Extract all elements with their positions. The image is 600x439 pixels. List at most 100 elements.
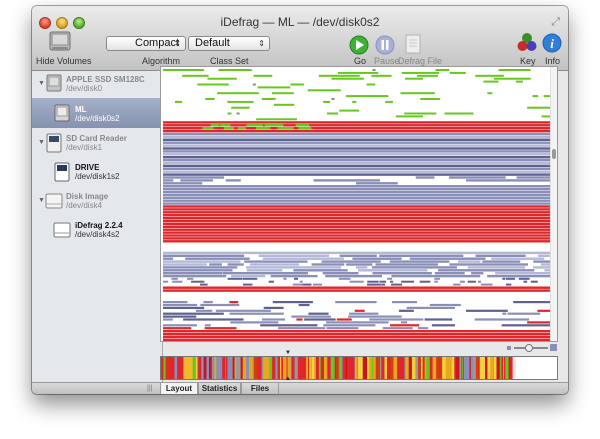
key-button[interactable] bbox=[517, 32, 537, 54]
disk-layout-map[interactable] bbox=[160, 66, 558, 342]
block-run bbox=[419, 280, 431, 283]
block-run bbox=[277, 127, 294, 130]
block-run bbox=[313, 283, 322, 286]
block-run bbox=[487, 92, 493, 95]
block-run bbox=[325, 274, 383, 278]
block-run bbox=[406, 306, 455, 309]
tab-statistics[interactable]: Statistics bbox=[198, 383, 241, 394]
tab-layout[interactable]: Layout bbox=[160, 383, 198, 394]
block-run bbox=[163, 234, 553, 237]
scroll-thumb[interactable] bbox=[552, 149, 556, 159]
block-run bbox=[434, 277, 440, 280]
block-run bbox=[385, 100, 393, 103]
block-run bbox=[225, 179, 241, 182]
vertical-scrollbar[interactable] bbox=[550, 67, 557, 341]
overview-segment bbox=[346, 357, 351, 379]
fullscreen-icon[interactable]: ⤢ bbox=[551, 16, 560, 29]
sidebar-resize-handle[interactable]: ||| bbox=[147, 385, 152, 392]
block-run bbox=[527, 106, 551, 109]
block-run bbox=[395, 115, 423, 118]
block-run bbox=[163, 150, 553, 153]
block-run bbox=[246, 269, 283, 272]
overview-segment bbox=[373, 357, 376, 379]
volume-ml[interactable]: ML /dev/disk0s2 bbox=[32, 98, 162, 128]
go-button[interactable] bbox=[349, 35, 369, 55]
volume-idefrag[interactable]: iDefrag 2.2.4 /dev/disk4s2 bbox=[32, 216, 162, 246]
popup-arrows-icon: ⇕ bbox=[258, 39, 265, 48]
block-run bbox=[273, 103, 295, 106]
class-set-popup[interactable]: Default ⇕ bbox=[188, 36, 270, 51]
block-map-canvas[interactable] bbox=[161, 67, 557, 342]
disclosure-triangle-icon[interactable]: ▼ bbox=[38, 80, 45, 87]
overview-segment bbox=[161, 357, 164, 379]
overview-segment bbox=[332, 357, 336, 379]
hide-volumes-button[interactable] bbox=[46, 30, 74, 54]
block-run bbox=[163, 327, 192, 330]
block-run bbox=[163, 324, 197, 327]
volume-name: ML bbox=[75, 105, 87, 114]
zoom-thumb[interactable] bbox=[525, 344, 533, 352]
tab-files[interactable]: Files bbox=[241, 383, 279, 394]
zoom-slider[interactable] bbox=[507, 343, 557, 353]
device-name: Disk Image bbox=[66, 192, 109, 201]
block-run bbox=[195, 309, 213, 312]
defrag-file-button[interactable] bbox=[404, 33, 422, 55]
hide-volumes-label: Hide Volumes bbox=[36, 56, 92, 66]
popup-arrows-icon: ⇕ bbox=[174, 39, 181, 48]
block-run bbox=[400, 92, 435, 95]
go-label: Go bbox=[354, 56, 367, 66]
disk-overview-strip[interactable] bbox=[160, 356, 558, 380]
block-run bbox=[483, 80, 499, 83]
block-run bbox=[202, 127, 214, 130]
block-run bbox=[236, 112, 240, 115]
overview-segment bbox=[340, 357, 343, 379]
block-run bbox=[215, 309, 271, 312]
pause-icon bbox=[375, 35, 395, 55]
overview-segment bbox=[163, 357, 166, 379]
overview-segment bbox=[377, 357, 381, 379]
overview-strip-canvas[interactable] bbox=[161, 357, 557, 379]
block-run bbox=[163, 254, 245, 257]
block-run bbox=[277, 327, 326, 330]
volume-drive[interactable]: DRIVE /dev/disk1s2 bbox=[32, 158, 162, 188]
block-run bbox=[200, 303, 240, 307]
overview-segment bbox=[206, 357, 210, 379]
overview-segment bbox=[249, 357, 253, 379]
pause-button[interactable] bbox=[375, 35, 395, 55]
block-run bbox=[237, 127, 246, 130]
class-set-label: Class Set bbox=[210, 56, 249, 66]
block-run bbox=[379, 254, 464, 257]
block-run bbox=[229, 301, 239, 304]
device-sd-card-reader[interactable]: ▼ SD Card Reader /dev/disk1 bbox=[32, 130, 162, 158]
overview-segment bbox=[219, 357, 222, 379]
block-run bbox=[163, 243, 553, 246]
block-run bbox=[532, 95, 539, 98]
block-run bbox=[219, 124, 231, 127]
block-run bbox=[231, 274, 266, 278]
block-run bbox=[246, 124, 264, 127]
overview-segment bbox=[456, 357, 459, 379]
block-run bbox=[245, 266, 342, 269]
block-run bbox=[323, 324, 376, 327]
block-run bbox=[448, 176, 506, 179]
device-disk-image[interactable]: ▼ Disk Image /dev/disk4 bbox=[32, 188, 162, 216]
block-run bbox=[256, 118, 297, 121]
algorithm-popup[interactable]: Compact ⇕ bbox=[106, 36, 186, 51]
device-apple-ssd[interactable]: ▼ APPLE SSD SM128C /dev/disk0 bbox=[32, 71, 162, 98]
block-run bbox=[345, 95, 389, 98]
overview-segment bbox=[393, 357, 398, 379]
disclosure-triangle-icon[interactable]: ▼ bbox=[38, 139, 45, 146]
block-run bbox=[398, 309, 414, 312]
block-run bbox=[471, 272, 484, 275]
block-run bbox=[271, 92, 294, 95]
overview-segment bbox=[411, 357, 416, 379]
block-run bbox=[366, 83, 376, 86]
block-run bbox=[391, 274, 481, 278]
block-run bbox=[338, 277, 351, 280]
overview-segment bbox=[479, 357, 484, 379]
disclosure-triangle-icon[interactable]: ▼ bbox=[38, 197, 45, 204]
overview-segment bbox=[397, 357, 400, 379]
block-run bbox=[434, 272, 465, 275]
block-run bbox=[518, 277, 530, 280]
info-button[interactable]: i bbox=[542, 33, 562, 53]
